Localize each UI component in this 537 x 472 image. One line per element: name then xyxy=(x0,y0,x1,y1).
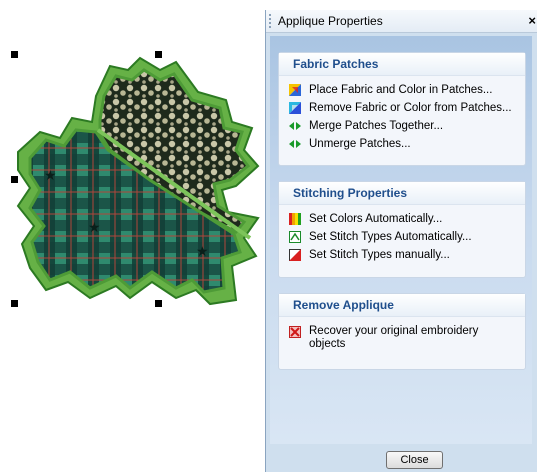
selection-handle[interactable] xyxy=(11,176,18,183)
item-label: Place Fabric and Color in Patches... xyxy=(309,84,493,96)
unmerge-icon xyxy=(289,140,301,148)
unmerge-patches-item[interactable]: Unmerge Patches... xyxy=(279,135,525,153)
section-title: Fabric Patches xyxy=(279,53,525,76)
item-label: Set Stitch Types manually... xyxy=(309,249,450,261)
recover-embroidery-item[interactable]: Recover your original embroidery objects xyxy=(279,322,525,354)
panel-body: Fabric Patches Place Fabric and Color in… xyxy=(270,36,532,444)
recover-icon xyxy=(289,326,301,338)
item-label: Merge Patches Together... xyxy=(309,120,444,132)
star-decoration: ★ xyxy=(44,167,57,183)
panel-title: Applique Properties xyxy=(278,14,383,28)
section-remove-applique: Remove Applique Recover your original em… xyxy=(278,293,526,370)
set-stitch-types-auto-item[interactable]: Set Stitch Types Automatically... xyxy=(279,228,525,246)
item-label: Remove Fabric or Color from Patches... xyxy=(309,102,512,114)
section-stitching-properties: Stitching Properties Set Colors Automati… xyxy=(278,181,526,278)
color-bars-icon xyxy=(289,213,301,225)
remove-fabric-icon xyxy=(289,102,301,114)
stitch-manual-icon xyxy=(289,249,301,261)
stitch-auto-icon xyxy=(289,231,301,243)
selection-handle[interactable] xyxy=(11,300,18,307)
place-fabric-color-item[interactable]: Place Fabric and Color in Patches... xyxy=(279,81,525,99)
section-title: Stitching Properties xyxy=(279,182,525,205)
selection-handle[interactable] xyxy=(155,300,162,307)
close-icon[interactable]: × xyxy=(528,13,536,28)
merge-icon xyxy=(289,122,301,130)
section-fabric-patches: Fabric Patches Place Fabric and Color in… xyxy=(278,52,526,166)
item-label-continued: objects xyxy=(309,338,346,350)
selection-handle[interactable] xyxy=(11,51,18,58)
star-decoration: ★ xyxy=(196,243,209,259)
item-label: Unmerge Patches... xyxy=(309,138,411,150)
close-button[interactable]: Close xyxy=(386,451,443,469)
item-label: Recover your original embroidery xyxy=(309,325,479,337)
set-colors-auto-item[interactable]: Set Colors Automatically... xyxy=(279,210,525,228)
set-stitch-types-manual-item[interactable]: Set Stitch Types manually... xyxy=(279,246,525,264)
selection-handle[interactable] xyxy=(155,51,162,58)
section-title: Remove Applique xyxy=(279,294,525,317)
drag-grip-icon[interactable] xyxy=(269,14,271,28)
fabric-color-icon xyxy=(289,84,301,96)
design-canvas[interactable]: ★ ★ ★ xyxy=(0,0,265,472)
panel-header[interactable]: Applique Properties × xyxy=(266,10,537,33)
item-label: Set Stitch Types Automatically... xyxy=(309,231,472,243)
applique-leaf-design[interactable]: ★ ★ ★ xyxy=(0,0,265,472)
star-decoration: ★ xyxy=(88,219,101,235)
item-label: Set Colors Automatically... xyxy=(309,213,443,225)
remove-fabric-color-item[interactable]: Remove Fabric or Color from Patches... xyxy=(279,99,525,117)
applique-properties-panel: Applique Properties × Fabric Patches Pla… xyxy=(265,10,537,472)
merge-patches-item[interactable]: Merge Patches Together... xyxy=(279,117,525,135)
